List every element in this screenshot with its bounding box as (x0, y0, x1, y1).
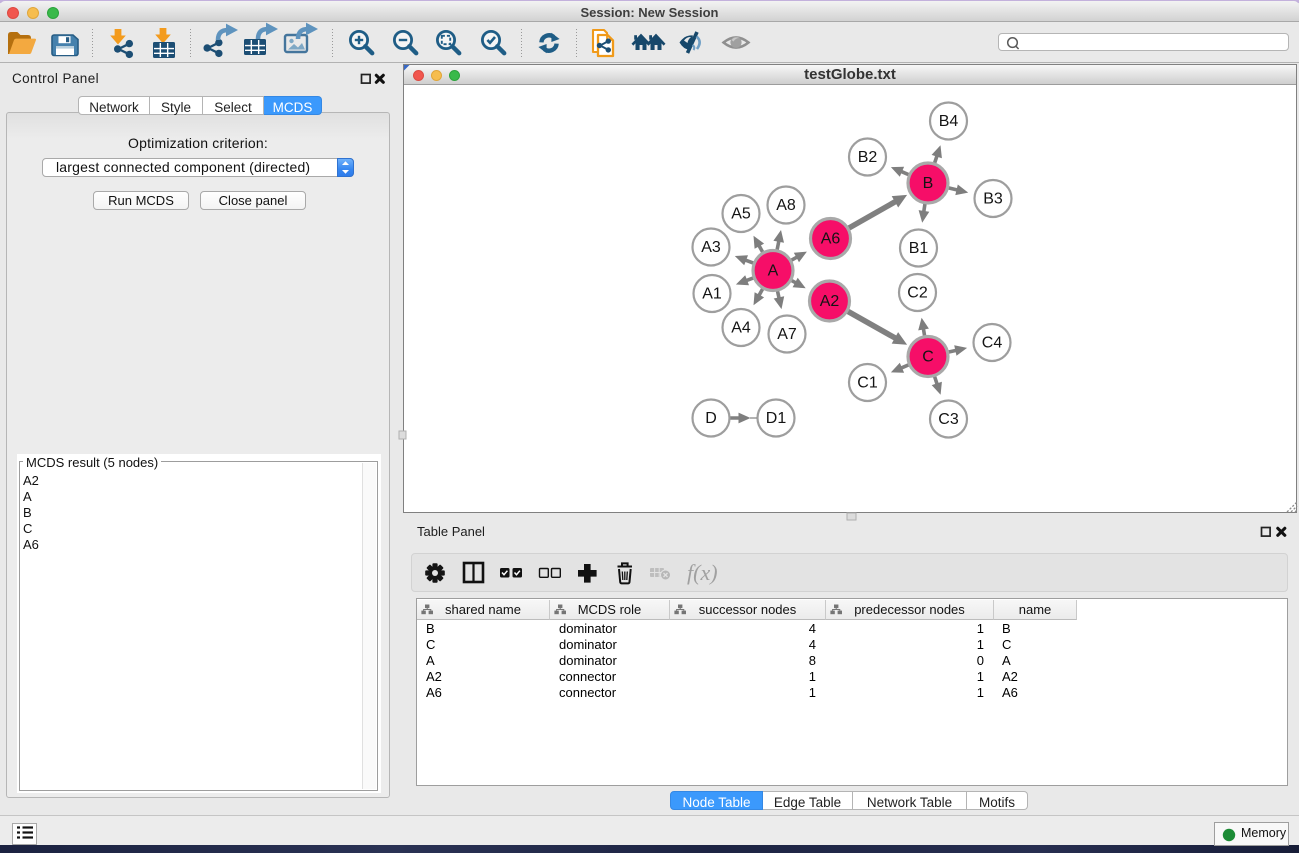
svg-text:A2: A2 (820, 293, 840, 310)
svg-text:A1: A1 (702, 286, 722, 303)
svg-text:D: D (705, 410, 717, 427)
svg-text:A4: A4 (731, 320, 751, 337)
svg-text:A7: A7 (777, 326, 797, 343)
svg-text:A6: A6 (821, 231, 841, 248)
svg-text:B3: B3 (983, 191, 1003, 208)
svg-text:A8: A8 (776, 197, 796, 214)
svg-text:A5: A5 (731, 206, 751, 223)
svg-text:C2: C2 (907, 285, 928, 302)
svg-text:B1: B1 (909, 240, 929, 257)
svg-text:A: A (768, 263, 779, 280)
svg-text:B2: B2 (858, 149, 878, 166)
svg-text:B4: B4 (939, 113, 959, 130)
svg-text:C4: C4 (982, 335, 1003, 352)
svg-text:C3: C3 (938, 411, 959, 428)
svg-text:C1: C1 (857, 375, 878, 392)
svg-text:D1: D1 (766, 410, 787, 427)
svg-text:B: B (923, 175, 934, 192)
svg-text:f(x): f(x) (687, 560, 718, 585)
svg-text:A3: A3 (701, 239, 721, 256)
svg-text:C: C (922, 349, 934, 366)
